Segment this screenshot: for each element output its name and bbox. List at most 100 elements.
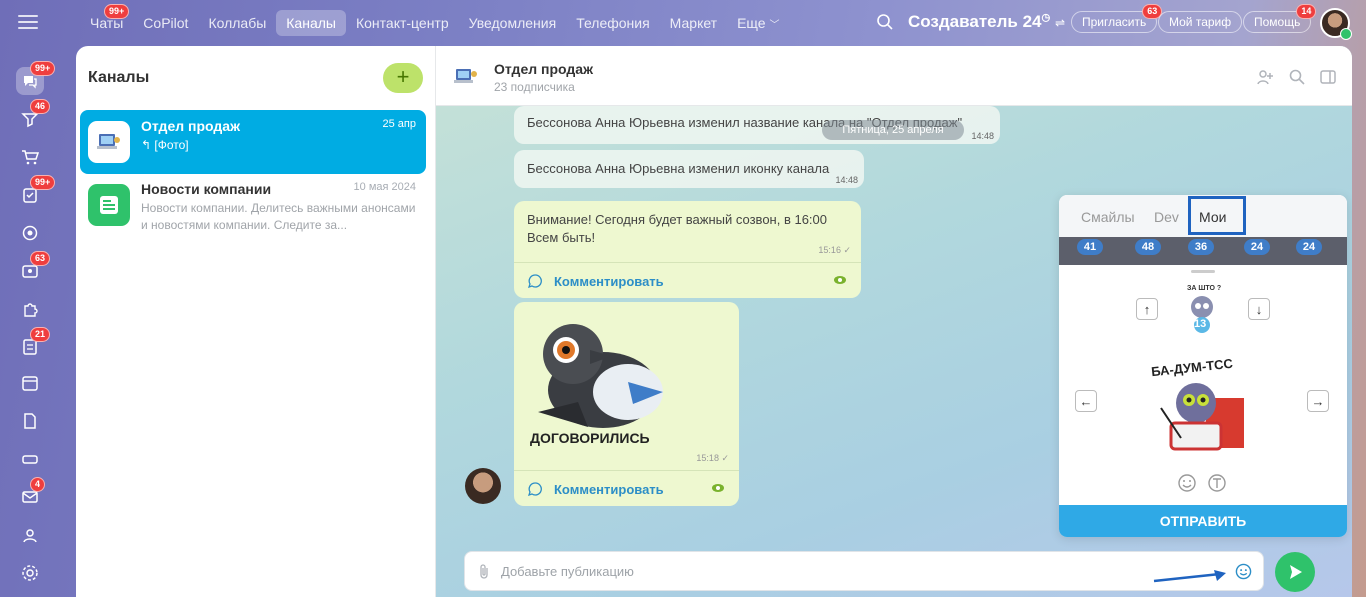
message-time: 15:16 ✓: [818, 245, 851, 255]
input-placeholder: Добавьте публикацию: [501, 564, 634, 579]
puzzle-icon[interactable]: [16, 295, 44, 323]
sticker-thumb[interactable]: 41: [1077, 239, 1103, 255]
groups-icon[interactable]: 63: [16, 251, 51, 285]
help-badge: 14: [1296, 4, 1317, 19]
author-avatar[interactable]: [465, 468, 501, 504]
sticker-message: ДОГОВОРИЛИСЬ 15:18 ✓ Комментировать: [514, 302, 739, 506]
drive-icon[interactable]: [16, 445, 44, 473]
comment-button[interactable]: Комментировать: [514, 470, 739, 506]
sticker-caption: ДОГОВОРИЛИСЬ: [530, 430, 650, 446]
tab-collabs[interactable]: Коллабы: [198, 10, 276, 36]
settings-icon[interactable]: [16, 559, 44, 587]
post-message: Внимание! Сегодня будет важный созвон, в…: [514, 201, 861, 298]
target-icon[interactable]: [16, 219, 44, 247]
channel-avatar: [88, 184, 130, 226]
sticker-preview: ↑ ↓ ← → ЗА ШТО ? 13 БА-ДУМ-ТСС: [1059, 265, 1347, 505]
comment-icon: [528, 482, 542, 496]
arrow-up-icon[interactable]: ↑: [1136, 298, 1158, 320]
help-button[interactable]: Помощь 14: [1243, 4, 1317, 33]
sticker-thumb[interactable]: 48: [1135, 239, 1161, 255]
text-icon[interactable]: [1207, 473, 1227, 493]
sticker-thumb[interactable]: 24: [1296, 239, 1322, 255]
user-avatar[interactable]: [1320, 8, 1352, 40]
channel-list-title: Каналы: [88, 69, 150, 86]
tasks-icon[interactable]: 99+: [16, 175, 56, 209]
switch-icon[interactable]: ⇌: [1055, 16, 1065, 30]
channel-header-avatar[interactable]: [453, 63, 479, 89]
pointer-arrow-icon: [1153, 570, 1226, 583]
channel-date: 10 мая 2024: [353, 181, 416, 193]
message-time: 15:18 ✓: [696, 453, 729, 463]
mail-icon[interactable]: 4: [16, 477, 46, 511]
brand-logo[interactable]: Создаватель 24◷ ⇌: [908, 12, 1065, 32]
comment-icon: [528, 274, 542, 288]
add-user-icon[interactable]: [1256, 68, 1274, 86]
channel-avatar: [88, 121, 130, 163]
tab-chats[interactable]: Чаты 99+: [80, 4, 133, 36]
small-sticker-num: 13: [1194, 318, 1207, 330]
menu-icon[interactable]: [18, 15, 38, 31]
comment-button[interactable]: Комментировать: [514, 262, 861, 298]
emoji-picker-icon[interactable]: [1235, 563, 1252, 580]
news-icon: [100, 196, 118, 214]
sticker-thumb[interactable]: 36: [1188, 239, 1214, 255]
my-tariff-button[interactable]: Мой тариф: [1158, 11, 1243, 33]
channel-preview: ↰ [Фото]: [141, 138, 189, 152]
tab-contact-center[interactable]: Контакт-центр: [346, 10, 459, 36]
drummer-cat-sticker[interactable]: [1151, 378, 1251, 454]
users-icon[interactable]: [16, 521, 44, 549]
message-time: 14:48: [971, 131, 994, 141]
tab-dev[interactable]: Dev: [1154, 209, 1179, 225]
eye-icon: [712, 484, 724, 492]
post-input[interactable]: Добавьте публикацию: [464, 551, 1264, 591]
add-channel-button[interactable]: +: [383, 63, 423, 93]
arrow-down-icon[interactable]: ↓: [1248, 298, 1270, 320]
status-icon: [1340, 28, 1352, 40]
top-nav: Чаты 99+ CoPilot Коллабы Каналы Контакт-ц…: [80, 4, 789, 37]
search-icon[interactable]: [1288, 68, 1306, 86]
tab-smiles[interactable]: Смайлы: [1081, 209, 1135, 225]
tab-market[interactable]: Маркет: [660, 10, 727, 36]
date-chip: Пятница, 25 апреля: [822, 120, 964, 140]
docs-icon[interactable]: 21: [16, 327, 51, 361]
chat-title[interactable]: Отдел продаж: [494, 61, 593, 77]
emoji-icon[interactable]: [1177, 473, 1197, 493]
sticker-tabs: Смайлы Dev Мои: [1059, 195, 1347, 237]
send-button[interactable]: [1275, 552, 1315, 592]
main-panel: Каналы + Отдел продаж 25 апр ↰ [Фото] Но…: [76, 46, 1352, 597]
drag-handle[interactable]: [1191, 270, 1215, 273]
comment-label: Комментировать: [554, 274, 664, 289]
sticker-panel: Смайлы Dev Мои 41 48 36 24 24 ↑ ↓ ← → ЗА…: [1059, 195, 1347, 537]
document-icon[interactable]: [16, 407, 44, 435]
channel-item-sales[interactable]: Отдел продаж 25 апр ↰ [Фото]: [80, 110, 426, 174]
tab-more[interactable]: Еще ﹀: [727, 10, 789, 36]
chat-subtitle[interactable]: 23 подписчика: [494, 80, 575, 94]
tab-telephony[interactable]: Телефония: [566, 10, 659, 36]
tab-notifications[interactable]: Уведомления: [459, 10, 567, 36]
chevron-down-icon: ﹀: [769, 20, 780, 31]
sidebar-toggle-icon[interactable]: [1319, 68, 1337, 86]
channel-date: 25 апр: [382, 118, 416, 130]
message-time: 14:48: [835, 175, 858, 185]
tab-channels[interactable]: Каналы: [276, 10, 346, 36]
calendar-icon[interactable]: [16, 369, 44, 397]
arrow-left-icon[interactable]: ←: [1075, 390, 1097, 412]
send-sticker-button[interactable]: ОТПРАВИТЬ: [1059, 505, 1347, 537]
clock-icon: ◷: [1041, 12, 1051, 24]
channel-name: Отдел продаж: [141, 118, 240, 134]
sticker-thumb[interactable]: 24: [1244, 239, 1270, 255]
channel-list: Каналы + Отдел продаж 25 апр ↰ [Фото] Но…: [76, 46, 436, 597]
channel-item-news[interactable]: Новости компании 10 мая 2024 Новости ком…: [80, 173, 426, 237]
cart-icon[interactable]: [16, 143, 44, 171]
tab-copilot[interactable]: CoPilot: [133, 10, 198, 36]
arrow-right-icon[interactable]: →: [1307, 390, 1329, 412]
system-message: Бессонова Анна Юрьевна изменил иконку ка…: [514, 150, 864, 188]
feed-icon[interactable]: 46: [16, 99, 51, 133]
top-bar: Чаты 99+ CoPilot Коллабы Каналы Контакт-ц…: [0, 0, 1366, 46]
attach-icon[interactable]: [477, 564, 491, 580]
channel-preview: Новости компании. Делитесь важными анонс…: [141, 201, 416, 232]
message-text: Бессонова Анна Юрьевна изменил иконку ка…: [527, 161, 830, 176]
invite-button[interactable]: Пригласить 63: [1071, 4, 1163, 33]
search-icon[interactable]: [876, 13, 894, 31]
chat-icon[interactable]: 99+: [16, 61, 56, 95]
